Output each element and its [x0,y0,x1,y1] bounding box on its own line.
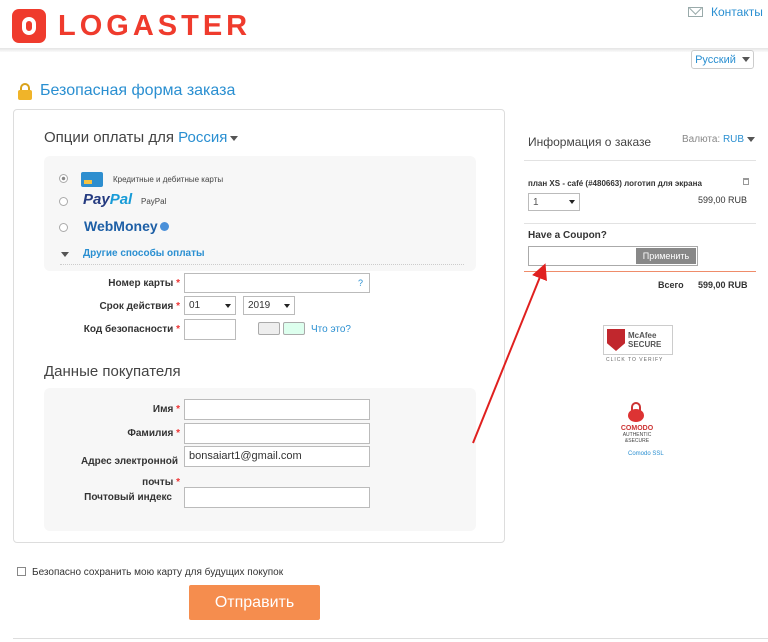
annotation-arrow [472,263,547,444]
